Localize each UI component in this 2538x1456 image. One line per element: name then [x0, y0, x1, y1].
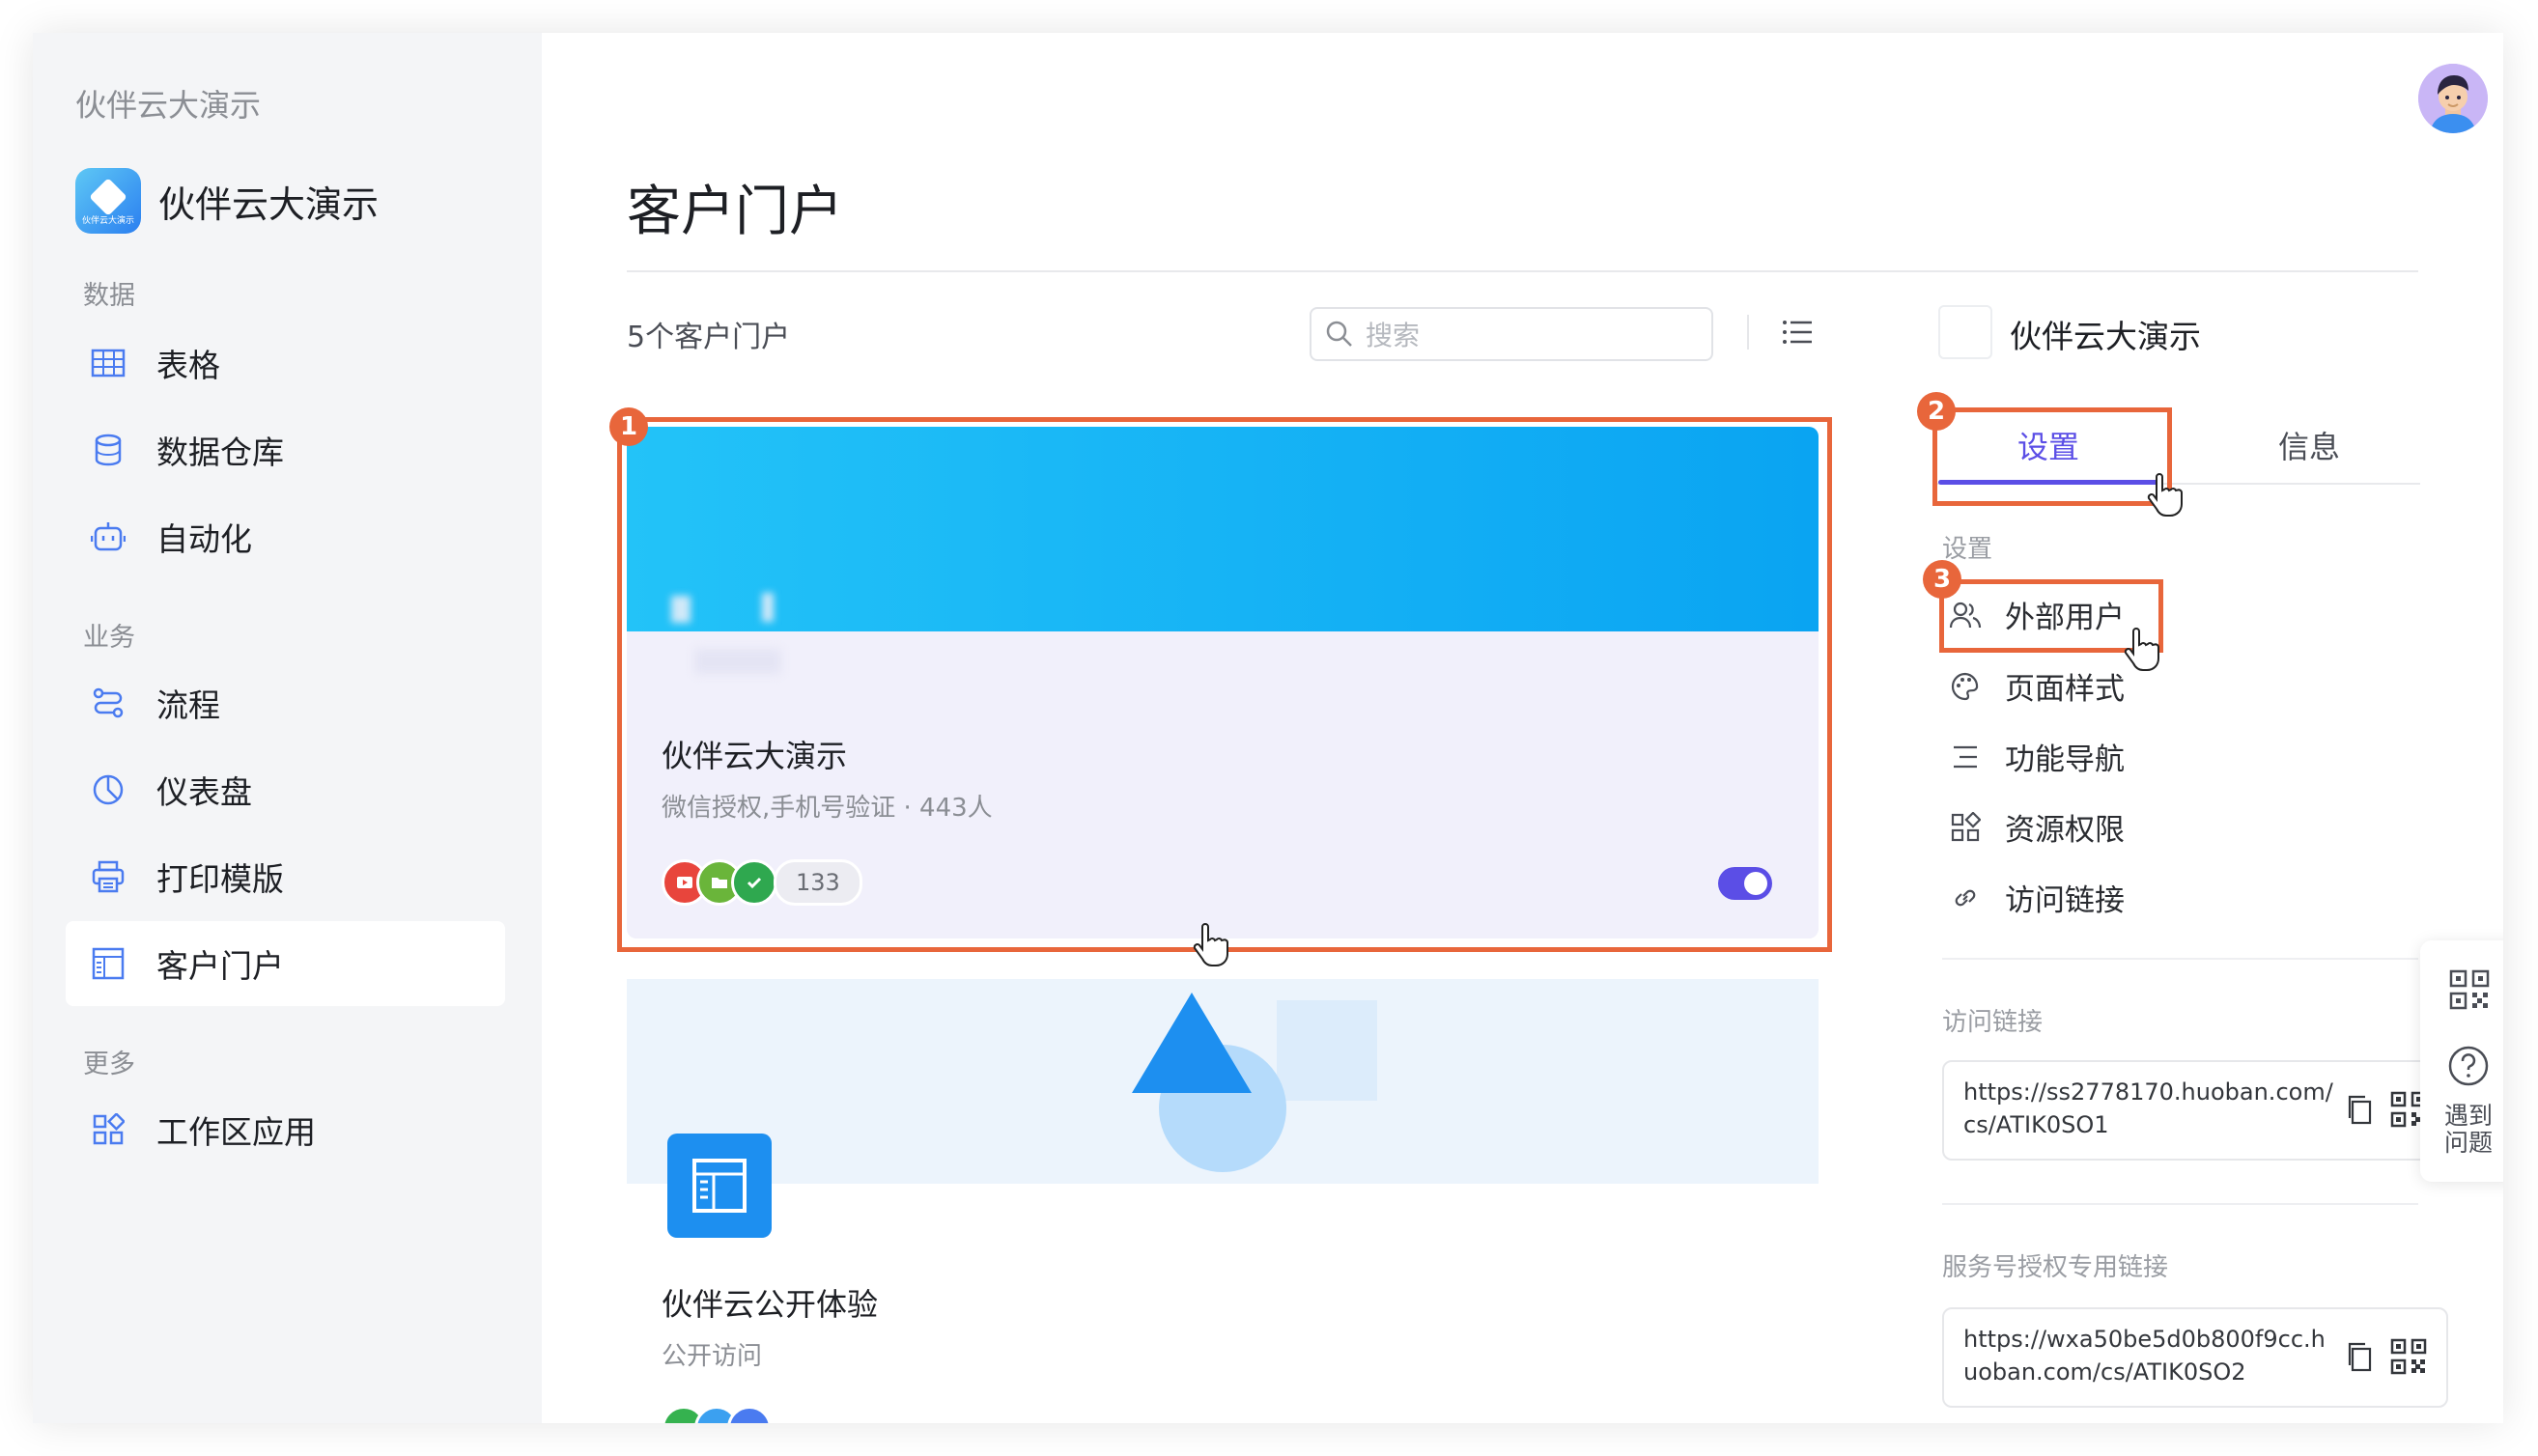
- tab-info[interactable]: 信息: [2199, 423, 2419, 467]
- app-window: 伙伴云大演示 伙伴云大演示 伙伴云大演示 数据 表格 数据仓库 自动化 业务 流…: [33, 33, 2503, 1423]
- apps-icon: [87, 1108, 129, 1151]
- sidebar-item-database[interactable]: 数据仓库: [66, 407, 505, 492]
- search-input[interactable]: 搜索: [1310, 307, 1713, 361]
- section-data: 数据: [83, 281, 135, 311]
- hand-cursor-icon: [1193, 923, 1228, 966]
- hand-cursor-icon: [2147, 473, 2183, 517]
- divider: [1942, 958, 2418, 960]
- search-icon: [1326, 321, 1352, 347]
- logo-text: 伙伴云大演示: [81, 216, 134, 226]
- annotation-badge: 2: [1917, 392, 1956, 431]
- workspace-switcher[interactable]: 伙伴云大演示 伙伴云大演示: [75, 168, 379, 234]
- section-business: 业务: [83, 623, 135, 653]
- portal-icon: [87, 942, 129, 985]
- robot-icon: [87, 516, 129, 558]
- menu-resource-permissions[interactable]: 资源权限: [1947, 805, 2125, 849]
- service-link-label: 服务号授权专用链接: [1942, 1253, 2169, 1282]
- floating-help-panel: 遇到 问题: [2420, 940, 2503, 1182]
- sidebar-item-label: 自动化: [156, 520, 252, 558]
- sidebar-item-flow[interactable]: 流程: [66, 660, 505, 745]
- search-placeholder: 搜索: [1366, 320, 1421, 351]
- sidebar: 伙伴云大演示 伙伴云大演示 伙伴云大演示 数据 表格 数据仓库 自动化 业务 流…: [33, 33, 542, 1423]
- annotation-highlight-2: [1932, 407, 2172, 506]
- annotation-badge: 3: [1923, 560, 1961, 599]
- sidebar-item-label: 客户门户: [156, 947, 284, 985]
- qr-code-icon[interactable]: [2449, 969, 2490, 1010]
- grid-icon: [1947, 809, 1984, 846]
- divider: [1942, 1203, 2418, 1205]
- dashboard-icon: [87, 769, 129, 811]
- portal-card[interactable]: 伙伴云公开体验 公开访问: [627, 979, 1819, 1423]
- card-title: 伙伴云公开体验: [662, 1286, 879, 1323]
- sidebar-item-table[interactable]: 表格: [66, 321, 505, 406]
- workspace-logo: 伙伴云大演示: [75, 168, 141, 234]
- main-content: 客户门户 5个客户门户 搜索 伙伴云大演示 微信授权,手机号验证 · 443人 …: [542, 33, 2503, 1423]
- service-link-box: https://wxa50be5d0b800f9cc.huoban.com/cs…: [1942, 1307, 2448, 1408]
- sidebar-item-customer-portal[interactable]: 客户门户: [66, 921, 505, 1006]
- printer-icon: [87, 855, 129, 898]
- workspace-name: 伙伴云大演示: [158, 182, 380, 226]
- access-link-label: 访问链接: [1942, 1008, 2044, 1037]
- menu-label: 访问链接: [2005, 883, 2125, 918]
- menu-access-link[interactable]: 访问链接: [1947, 876, 2125, 919]
- sidebar-item-workspace-apps[interactable]: 工作区应用: [66, 1087, 505, 1172]
- database-icon: [87, 429, 129, 471]
- sidebar-item-label: 数据仓库: [156, 434, 284, 471]
- palette-icon: [1947, 668, 1984, 705]
- menu-label: 功能导航: [2005, 742, 2125, 777]
- sidebar-item-automation[interactable]: 自动化: [66, 494, 505, 579]
- menu-page-style[interactable]: 页面样式: [1947, 664, 2125, 708]
- portal-logo: [1938, 305, 1992, 359]
- user-avatar[interactable]: [2418, 64, 2488, 133]
- help-icon[interactable]: [2447, 1045, 2490, 1087]
- cover-illustration: [1132, 993, 1377, 1172]
- section-more: 更多: [83, 1050, 135, 1079]
- list-view-icon[interactable]: [1780, 315, 1815, 350]
- access-link-box: https://ss2778170.huoban.com/cs/ATIK0SO1: [1942, 1060, 2448, 1161]
- portal-icon: [667, 1134, 772, 1238]
- sidebar-item-label: 表格: [156, 347, 220, 384]
- card-subtitle: 公开访问: [662, 1342, 763, 1371]
- access-link-url[interactable]: https://ss2778170.huoban.com/cs/ATIK0SO1: [1963, 1076, 2340, 1141]
- annotation-badge: 1: [609, 407, 648, 446]
- portal-count: 5个客户门户: [627, 321, 791, 354]
- copy-icon[interactable]: [2344, 1093, 2377, 1126]
- settings-section-label: 设置: [1942, 535, 1993, 564]
- flow-icon: [87, 682, 129, 724]
- sidebar-item-label: 打印模版: [156, 860, 284, 898]
- qr-code-icon[interactable]: [2390, 1338, 2427, 1375]
- menu-label: 资源权限: [2005, 813, 2125, 848]
- card-cover: [627, 979, 1819, 1184]
- sidebar-item-label: 流程: [156, 686, 220, 724]
- menu-label: 页面样式: [2005, 672, 2125, 707]
- sidebar-item-print-template[interactable]: 打印模版: [66, 834, 505, 919]
- page-title: 客户门户: [627, 181, 843, 243]
- toolbar-divider: [1747, 315, 1749, 350]
- sidebar-item-dashboard[interactable]: 仪表盘: [66, 747, 505, 832]
- menu-function-navigation[interactable]: 功能导航: [1947, 735, 2125, 778]
- panel-portal-name: 伙伴云大演示: [2010, 318, 2201, 355]
- annotation-highlight-1: [617, 417, 1832, 952]
- service-link-url[interactable]: https://wxa50be5d0b800f9cc.huoban.com/cs…: [1963, 1323, 2340, 1388]
- sidebar-item-label: 工作区应用: [156, 1113, 316, 1151]
- hand-cursor-icon: [2124, 628, 2159, 671]
- sidebar-item-label: 仪表盘: [156, 773, 252, 811]
- workspace-label: 伙伴云大演示: [75, 87, 262, 124]
- copy-icon[interactable]: [2344, 1340, 2377, 1373]
- member-avatars: [662, 1406, 772, 1423]
- link-icon: [1947, 880, 1984, 916]
- divider: [627, 270, 2418, 272]
- table-icon: [87, 342, 129, 384]
- help-text[interactable]: 遇到 问题: [2420, 1103, 2503, 1157]
- menu-lines-icon: [1947, 739, 1984, 775]
